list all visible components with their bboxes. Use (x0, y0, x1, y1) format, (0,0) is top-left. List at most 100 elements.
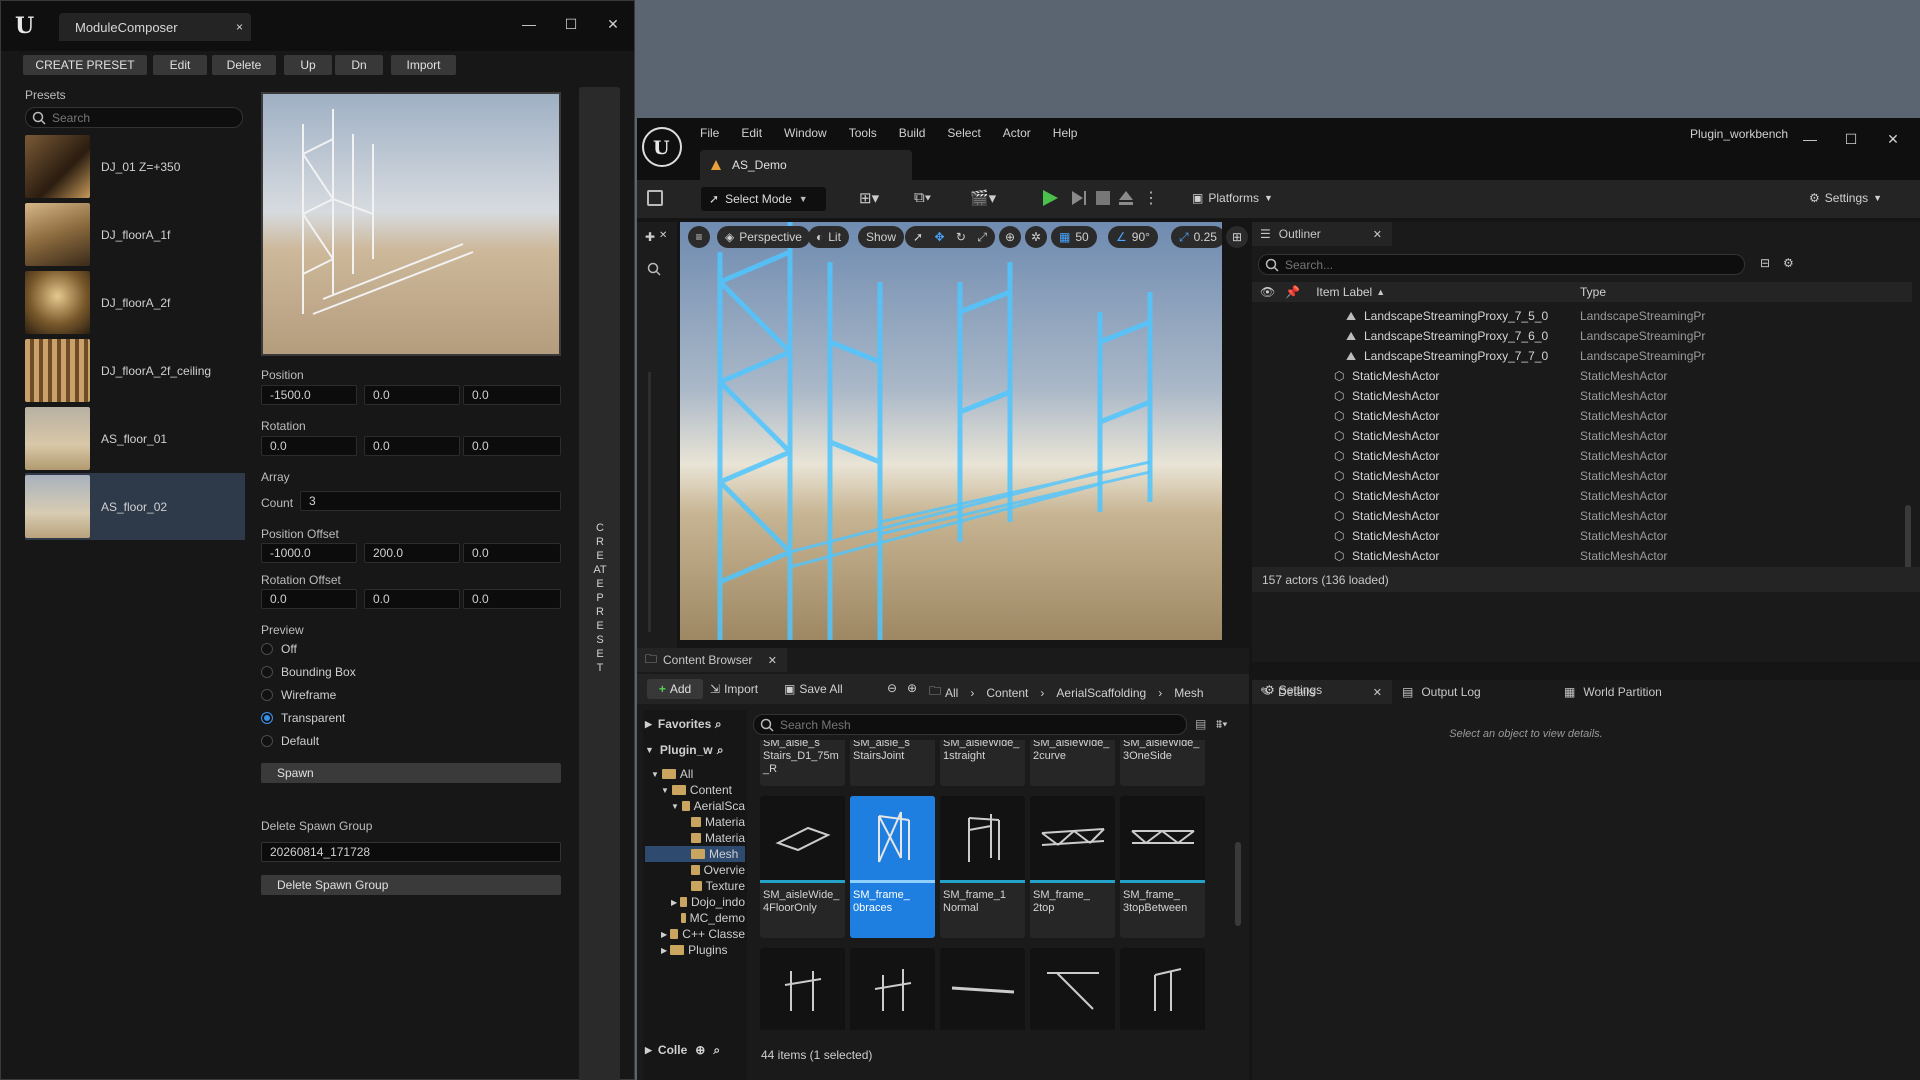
up-button[interactable]: Up (284, 55, 332, 75)
preset-item[interactable]: DJ_01 Z=+350 (25, 133, 243, 200)
search-icon[interactable]: ⌕ (713, 1043, 720, 1058)
pin-icon[interactable]: 📌 (1285, 285, 1300, 299)
level-tab[interactable]: AS_Demo (700, 150, 912, 180)
scale-snap-button[interactable]: ⤢ 0.25 (1171, 226, 1222, 248)
preset-item-selected[interactable]: AS_floor_02 (25, 473, 245, 540)
place-actor-icon[interactable]: ✚ (645, 230, 655, 244)
minimize-icon[interactable]: — (1797, 126, 1823, 152)
collections-section[interactable]: ▶ Colle ⊕ ⌕ (645, 1040, 745, 1060)
outliner-row[interactable]: ⛰ LandscapeStreamingProxy_7_6_0 LandscapeS… (1252, 326, 1904, 346)
import-button[interactable]: ⇲ Import (710, 682, 758, 696)
tree-item[interactable]: ▼ Content (645, 782, 745, 798)
composer-tab[interactable]: ModuleComposer × (59, 13, 251, 41)
tree-item[interactable]: ▼ All (645, 766, 745, 782)
outliner-row[interactable]: ⬡ StaticMeshActor StaticMeshActor (1252, 366, 1904, 386)
world-partition-tab[interactable]: ▦ World Partition (1556, 680, 1716, 704)
breadcrumb-content[interactable]: Content (986, 686, 1028, 700)
edit-button[interactable]: Edit (153, 55, 207, 75)
blueprint-icon[interactable]: ⧉▾ (914, 189, 931, 206)
output-log-tab[interactable]: ▤ Output Log (1394, 680, 1550, 704)
asset-search-box[interactable] (753, 714, 1187, 735)
outliner-row[interactable]: ⬡ StaticMeshActor StaticMeshActor (1252, 546, 1904, 564)
level-viewport[interactable]: ≡ ◈ Perspective ◐ Lit Show ➚ ✥ ↻ ⤢ ⊕ ✲ ▦ 50… (680, 222, 1222, 640)
asset-tile[interactable]: SM_aisle_s StairsJoint (850, 740, 935, 786)
preview-default-radio[interactable]: Default (261, 734, 319, 748)
perspective-button[interactable]: ◈ Perspective (717, 226, 810, 248)
menu-build[interactable]: Build (899, 126, 926, 140)
tree-item[interactable]: ▶ Plugins (645, 942, 745, 958)
outliner-row[interactable]: ⬡ StaticMeshActor StaticMeshActor (1252, 426, 1904, 446)
position-offset-y-field[interactable]: 200.0 (364, 543, 460, 563)
surface-snap-icon[interactable]: ✲ (1025, 226, 1047, 248)
close-window-icon[interactable]: ✕ (1880, 126, 1906, 152)
item-label-column[interactable]: Item Label (1316, 285, 1372, 299)
delete-spawn-group-button[interactable]: Delete Spawn Group (261, 875, 561, 895)
gear-icon[interactable]: ⚙ (1783, 256, 1794, 270)
outliner-row[interactable]: ⬡ StaticMeshActor StaticMeshActor (1252, 446, 1904, 466)
rotation-z-field[interactable]: 0.0 (463, 436, 561, 456)
tree-item[interactable]: Overvie (645, 862, 745, 878)
outliner-row[interactable]: ⬡ StaticMeshActor StaticMeshActor (1252, 486, 1904, 506)
delete-button[interactable]: Delete (212, 55, 276, 75)
asset-tile[interactable]: SM_aisle_s Stairs_D1_75m _R (760, 740, 845, 786)
asset-tile-selected[interactable]: SM_frame_ 0braces (850, 796, 935, 938)
position-offset-z-field[interactable]: 0.0 (463, 543, 561, 563)
scale-tool-icon[interactable]: ⤢ (977, 230, 987, 245)
visibility-icon[interactable]: 👁 (1260, 285, 1275, 299)
preview-off-radio[interactable]: Off (261, 642, 297, 656)
content-settings-button[interactable]: ⚙ Settings (1264, 683, 1322, 697)
asset-tile[interactable] (1030, 948, 1115, 1030)
move-tool-icon[interactable]: ✥ (934, 230, 944, 244)
menu-tools[interactable]: Tools (849, 126, 877, 140)
tree-item[interactable]: ▶ Dojo_indo (645, 894, 745, 910)
asset-tile[interactable]: SM_frame_ 2top (1030, 796, 1115, 938)
stop-icon[interactable] (1096, 191, 1110, 205)
asset-tile[interactable]: SM_frame_1 Normal (940, 796, 1025, 938)
transform-tools[interactable]: ➚ ✥ ↻ ⤢ (905, 226, 995, 248)
viewport-menu-icon[interactable]: ≡ (688, 226, 710, 248)
rotate-tool-icon[interactable]: ↻ (956, 230, 966, 244)
breadcrumb-aerialscaffolding[interactable]: AerialScaffolding (1056, 686, 1146, 700)
tree-item[interactable]: Materia (645, 814, 745, 830)
outliner-row[interactable]: ⬡ StaticMeshActor StaticMeshActor (1252, 506, 1904, 526)
platforms-dropdown[interactable]: ▣ Platforms ▼ (1192, 191, 1273, 205)
outliner-row[interactable]: ⬡ StaticMeshActor StaticMeshActor (1252, 386, 1904, 406)
play-icon[interactable] (1041, 189, 1059, 207)
position-z-field[interactable]: 0.0 (463, 385, 561, 405)
world-local-icon[interactable]: ⊕ (999, 226, 1021, 248)
more-options-icon[interactable]: ⋮ (1143, 188, 1159, 208)
type-column[interactable]: Type (1580, 285, 1606, 299)
create-preset-side-button[interactable]: CREATE PRESET (579, 87, 620, 1080)
preview-wireframe-radio[interactable]: Wireframe (261, 688, 336, 702)
preset-item[interactable]: DJ_floorA_1f (25, 201, 243, 268)
asset-tile[interactable]: SM_aisleWide_ 2curve (1030, 740, 1115, 786)
eject-icon[interactable] (1117, 189, 1135, 207)
minimize-icon[interactable]: — (516, 11, 542, 37)
add-collection-icon[interactable]: ⊕ (695, 1043, 705, 1057)
lit-button[interactable]: ◐ Lit (808, 226, 849, 248)
search-icon[interactable] (647, 262, 661, 276)
tree-item[interactable]: Materia (645, 830, 745, 846)
preset-search-box[interactable] (25, 107, 243, 128)
position-x-field[interactable]: -1500.0 (261, 385, 357, 405)
show-button[interactable]: Show (858, 226, 905, 248)
outliner-row[interactable]: ⬡ StaticMeshActor StaticMeshActor (1252, 526, 1904, 546)
asset-tile[interactable] (940, 948, 1025, 1030)
outliner-tab[interactable]: ☰ Outliner ✕ (1252, 222, 1392, 246)
mode-strip-scrollbar[interactable] (648, 372, 651, 632)
close-panel-icon[interactable]: ✕ (659, 230, 667, 241)
asset-tile[interactable]: SM_aisleWide_ 4FloorOnly (760, 796, 845, 938)
close-tab-icon[interactable]: × (236, 20, 243, 34)
add-button[interactable]: + Add (647, 679, 703, 699)
select-mode-dropdown[interactable]: ➚ Select Mode ▼ (701, 187, 826, 211)
project-section[interactable]: ▼ Plugin_w ⌕ (645, 740, 745, 760)
outliner-search-box[interactable] (1258, 254, 1745, 275)
count-field[interactable]: 3 (300, 491, 561, 511)
asset-grid-scrollbar[interactable] (1235, 842, 1241, 926)
rotation-x-field[interactable]: 0.0 (261, 436, 357, 456)
favorites-section[interactable]: ▶ Favorites ⌕ (645, 714, 745, 734)
close-tab-icon[interactable]: ✕ (768, 654, 777, 667)
create-preset-button[interactable]: CREATE PRESET (23, 55, 147, 75)
outliner-row[interactable]: ⛰ LandscapeStreamingProxy_7_5_0 LandscapeS… (1252, 306, 1904, 326)
search-icon[interactable]: ⌕ (715, 717, 722, 732)
